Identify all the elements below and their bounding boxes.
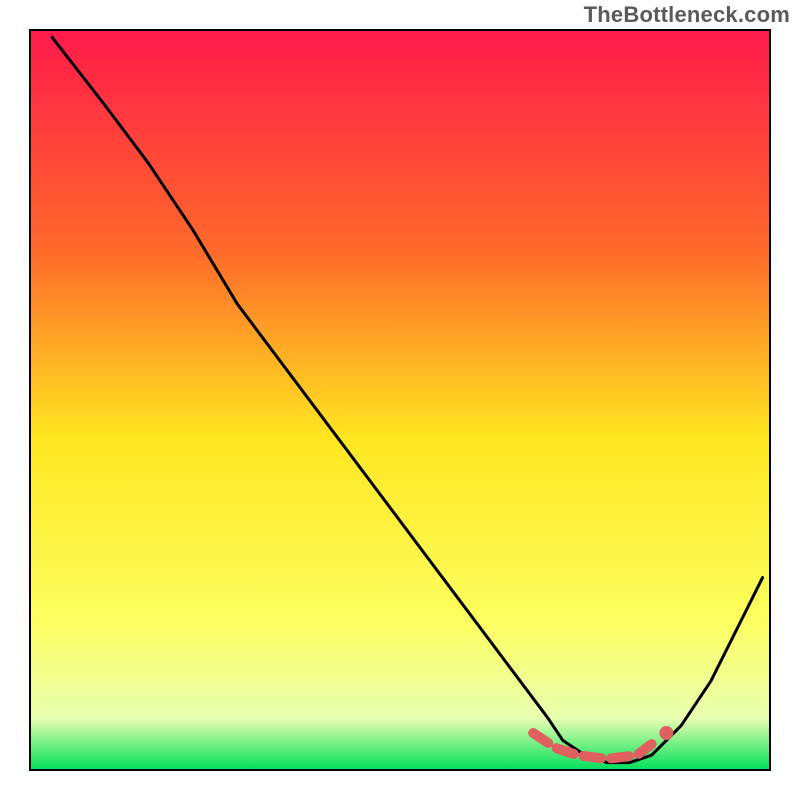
plot-background xyxy=(30,30,770,770)
highlight-point-marker xyxy=(659,726,673,740)
bottleneck-chart xyxy=(0,0,800,800)
chart-stage: TheBottleneck.com xyxy=(0,0,800,800)
